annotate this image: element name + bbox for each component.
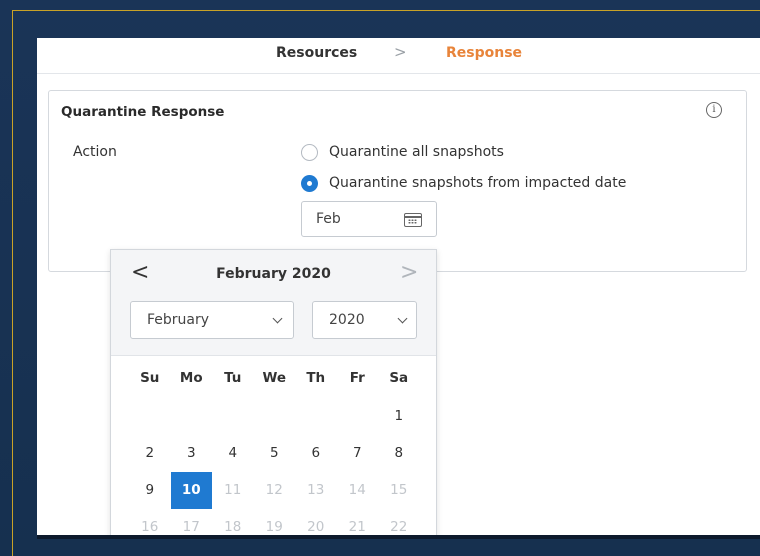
calendar-day-disabled: 16 [141,519,159,535]
calendar-day[interactable]: 8 [378,435,420,472]
calendar-day[interactable]: 3 [171,435,213,472]
action-label: Action [73,144,117,160]
calendar-day-disabled: 14 [348,482,366,498]
month-select[interactable]: February [130,301,294,339]
radio-quarantine-all[interactable]: Quarantine all snapshots [301,142,504,162]
calendar-day[interactable]: 5 [254,435,296,472]
radio-label: Quarantine all snapshots [329,144,504,160]
calendar-day-disabled: 18 [224,519,242,535]
calendar-week: 1 [129,398,420,435]
calendar-day-disabled: 21 [348,519,366,535]
calendar-day-disabled: 11 [224,482,242,498]
breadcrumb-resources[interactable]: Resources [276,45,357,61]
year-select[interactable]: 2020 [312,301,417,339]
calendar-title: February 2020 [216,266,331,282]
weekday-label: Mo [179,370,203,386]
weekday-label: Fr [349,370,365,386]
calendar-day[interactable]: 4 [212,435,254,472]
calendar-day-empty [129,398,171,435]
calendar-day-empty [212,398,254,435]
weekday-label: Su [140,370,160,386]
calendar-day[interactable]: 1 [378,398,420,435]
calendar-week: 2 3 4 5 6 7 8 [129,435,420,472]
weekday-label: Th [306,370,326,386]
weekday-label: Tu [224,370,242,386]
breadcrumb: Resources > Response [37,38,760,74]
calendar-day-disabled: 13 [307,482,325,498]
calendar-day-empty [295,398,337,435]
radio-unchecked-icon[interactable] [301,143,318,161]
calendar-day-empty [254,398,296,435]
calendar-week: 9 10 11 12 13 14 15 [129,472,420,509]
card-title: Quarantine Response [61,104,225,120]
calendar-day-disabled: 19 [265,519,283,535]
date-input[interactable]: Feb [301,201,437,237]
calendar-week: 16 17 18 19 20 21 22 [129,509,420,535]
calendar-icon[interactable] [404,213,422,227]
chevron-down-icon [397,313,408,324]
year-select-value: 2020 [329,312,365,328]
radio-quarantine-impacted-date[interactable]: Quarantine snapshots from impacted date [301,173,626,193]
breadcrumb-separator-icon: > [394,43,407,61]
day-grid: 1 2 3 4 5 6 7 8 9 10 11 12 13 14 15 16 1… [129,398,420,535]
date-picker-popup: < February 2020 > February 2020 Su Mo Tu… [110,249,437,535]
month-select-value: February [147,312,210,328]
info-icon[interactable]: i [706,102,722,118]
calendar-day-disabled: 15 [390,482,408,498]
calendar-day[interactable]: 9 [129,472,171,509]
chevron-down-icon [272,313,283,324]
date-input-value: Feb [316,211,341,227]
calendar-day-disabled: 20 [307,519,325,535]
weekday-label: We [262,370,287,386]
radio-checked-icon[interactable] [301,174,318,192]
weekday-label: Sa [389,370,409,386]
main-panel: Resources > Response Quarantine Response… [37,38,760,535]
radio-label: Quarantine snapshots from impacted date [329,175,627,191]
panel-bottom-edge [37,535,760,539]
weekday-header: Su Mo Tu We Th Fr Sa [129,370,420,386]
calendar-day[interactable]: 6 [295,435,337,472]
next-month-icon[interactable]: > [400,260,418,285]
breadcrumb-response: Response [446,45,523,61]
calendar-header: < February 2020 > February 2020 [111,250,436,356]
calendar-day[interactable]: 7 [337,435,379,472]
calendar-day[interactable]: 2 [129,435,171,472]
calendar-day-empty [171,398,213,435]
calendar-day-disabled: 17 [182,519,200,535]
calendar-day-disabled: 12 [265,482,283,498]
calendar-day-disabled: 22 [390,519,408,535]
calendar-day-empty [337,398,379,435]
calendar-day-selected[interactable]: 10 [170,472,212,509]
